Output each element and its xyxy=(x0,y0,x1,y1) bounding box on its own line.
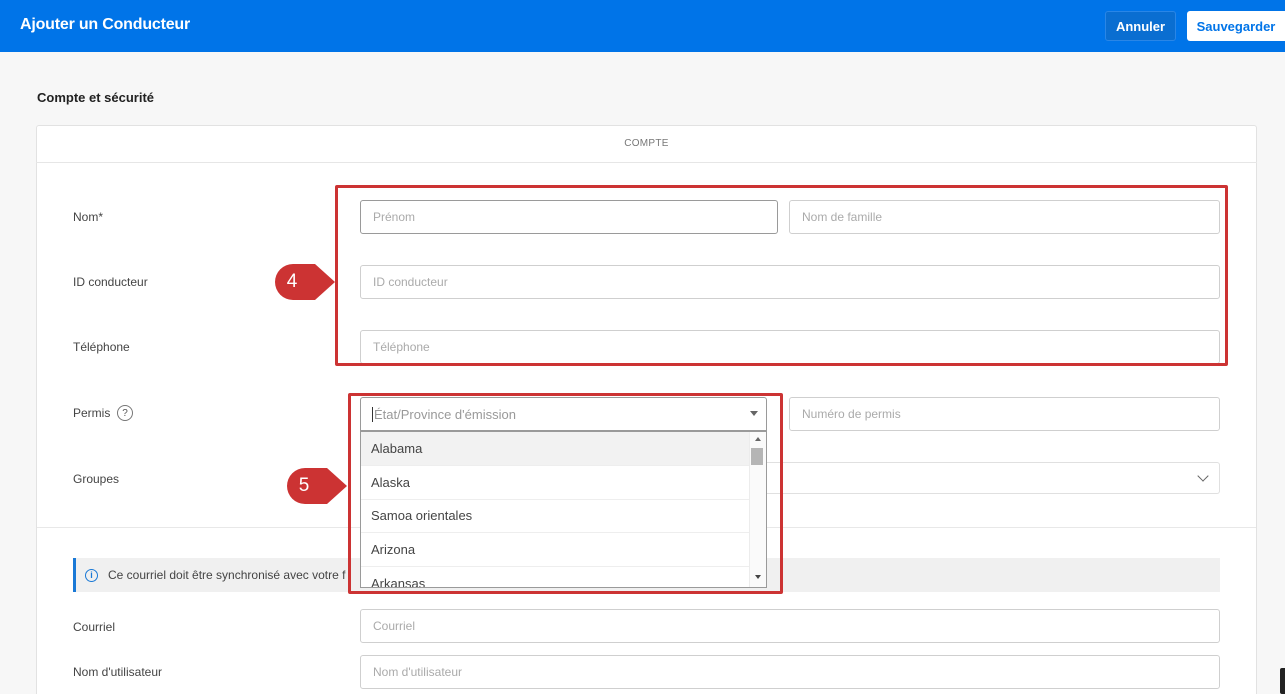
username-label: Nom d'utilisateur xyxy=(73,665,162,679)
annotation-box-5 xyxy=(348,393,783,594)
annotation-marker-4: 4 xyxy=(275,264,335,300)
license-number-placeholder: Numéro de permis xyxy=(802,407,901,421)
marker-5-label: 5 xyxy=(298,475,310,496)
username-input[interactable]: Nom d'utilisateur xyxy=(360,655,1220,689)
info-icon: i xyxy=(85,568,98,582)
groups-select[interactable] xyxy=(767,462,1220,494)
license-number-input[interactable]: Numéro de permis xyxy=(789,397,1220,431)
top-bar: Ajouter un Conducteur xyxy=(0,0,1285,52)
marker-4-label: 4 xyxy=(286,271,298,292)
annotation-marker-5: 5 xyxy=(287,468,347,504)
username-placeholder: Nom d'utilisateur xyxy=(373,665,462,679)
chevron-down-icon[interactable] xyxy=(1197,470,1209,482)
email-input[interactable]: Courriel xyxy=(360,609,1220,643)
info-text: Ce courriel doit être synchronisé avec v… xyxy=(108,568,346,582)
page-title: Ajouter un Conducteur xyxy=(20,16,191,33)
groups-label: Groupes xyxy=(73,472,120,486)
phone-label: Téléphone xyxy=(73,340,130,354)
card-header: COMPTE xyxy=(36,125,1257,163)
cancel-button[interactable]: Annuler xyxy=(1105,11,1176,41)
name-label: Nom* xyxy=(73,210,104,224)
edge-bar xyxy=(1280,668,1285,694)
help-icon[interactable]: ? xyxy=(117,405,133,421)
annotation-box-4 xyxy=(335,185,1228,366)
email-label: Courriel xyxy=(73,620,116,634)
license-label: Permis xyxy=(73,406,111,420)
section-title: Compte et sécurité xyxy=(37,90,155,105)
driver-id-label: ID conducteur xyxy=(73,275,148,289)
email-placeholder: Courriel xyxy=(373,619,416,633)
save-button[interactable]: Sauvegarder xyxy=(1187,11,1285,41)
